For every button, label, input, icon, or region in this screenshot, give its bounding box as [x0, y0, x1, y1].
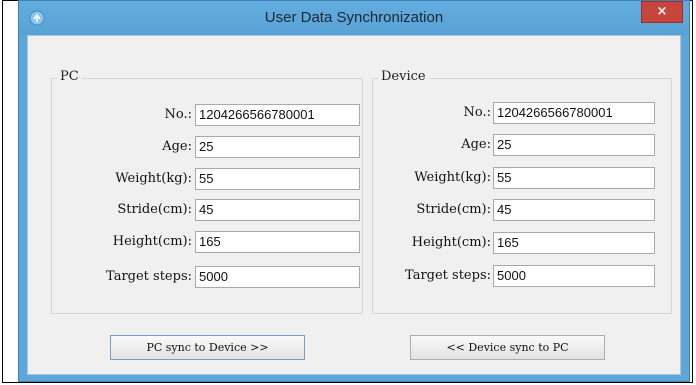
- device-stride-label: Stride(cm):: [416, 202, 491, 217]
- device-height-label: Height(cm):: [411, 235, 491, 250]
- device-age-field[interactable]: 25: [493, 134, 655, 156]
- title-bar[interactable]: User Data Synchronization ×: [19, 1, 689, 35]
- device-stride-field[interactable]: 45: [493, 199, 655, 221]
- dialog-window: User Data Synchronization × PC No.: 1204…: [18, 0, 690, 382]
- device-height-field[interactable]: 165: [493, 232, 655, 254]
- pc-target-steps-label: Target steps:: [106, 269, 192, 284]
- device-group: Device No.: 1204266566780001 Age: 25 Wei…: [372, 69, 672, 314]
- pc-stride-label: Stride(cm):: [117, 202, 192, 217]
- device-weight-label: Weight(kg):: [414, 170, 491, 185]
- device-no-field[interactable]: 1204266566780001: [493, 102, 655, 124]
- pc-sync-to-device-button[interactable]: PC sync to Device >>: [110, 335, 305, 360]
- pc-group-legend: PC: [57, 69, 82, 84]
- device-weight-field[interactable]: 55: [493, 167, 655, 189]
- pc-group: PC No.: 1204266566780001 Age: 25 Weight(…: [51, 69, 363, 314]
- pc-height-field[interactable]: 165: [195, 231, 360, 253]
- device-sync-to-pc-button[interactable]: << Device sync to PC: [410, 335, 605, 360]
- device-group-legend: Device: [378, 69, 429, 84]
- pc-age-field[interactable]: 25: [195, 136, 360, 158]
- dialog-client-area: PC No.: 1204266566780001 Age: 25 Weight(…: [27, 35, 681, 375]
- device-target-steps-label: Target steps:: [405, 268, 491, 283]
- window-title: User Data Synchronization: [264, 9, 444, 26]
- close-button[interactable]: ×: [641, 1, 683, 23]
- pc-height-label: Height(cm):: [112, 234, 192, 249]
- pc-target-steps-field[interactable]: 5000: [195, 266, 360, 288]
- pc-no-label: No.:: [164, 107, 193, 122]
- pc-no-field[interactable]: 1204266566780001: [195, 104, 360, 126]
- pc-stride-field[interactable]: 45: [195, 199, 360, 221]
- pc-weight-field[interactable]: 55: [195, 168, 360, 190]
- device-age-label: Age:: [461, 137, 491, 152]
- pc-weight-label: Weight(kg):: [115, 171, 192, 186]
- device-no-label: No.:: [463, 105, 492, 120]
- screenshot-stage: User Data Synchronization × PC No.: 1204…: [0, 0, 696, 385]
- device-target-steps-field[interactable]: 5000: [493, 265, 655, 287]
- pc-age-label: Age:: [162, 139, 192, 154]
